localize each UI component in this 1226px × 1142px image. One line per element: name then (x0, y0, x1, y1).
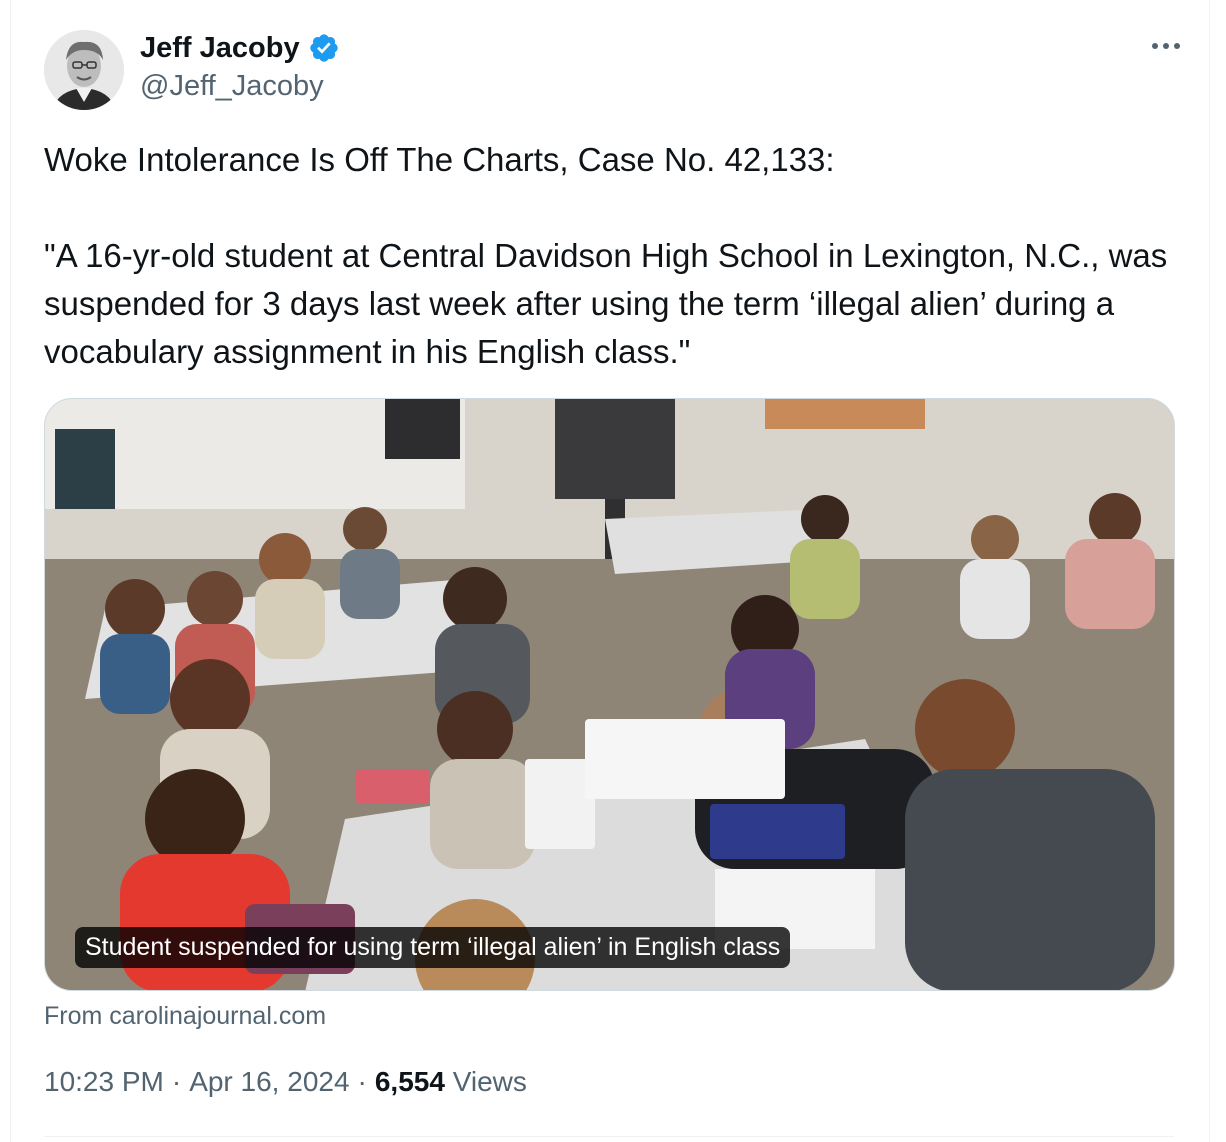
meta-separator: · (171, 1066, 182, 1097)
more-options-icon[interactable] (1146, 32, 1186, 60)
views-label: Views (452, 1066, 527, 1097)
dot (1174, 43, 1180, 49)
tweet-metadata: 10:23 PM · Apr 16, 2024 · 6,554 Views (44, 1066, 527, 1098)
profile-photo-icon (44, 30, 124, 110)
timeline-left-border (10, 0, 11, 1142)
tweet-time[interactable]: 10:23 PM (44, 1066, 164, 1098)
tweet-date[interactable]: Apr 16, 2024 (189, 1066, 349, 1098)
display-name-row: Jeff Jacoby (140, 30, 340, 66)
tweet-divider (44, 1136, 1174, 1137)
link-card[interactable]: Student suspended for using term ‘illega… (44, 398, 1175, 991)
author-handle[interactable]: @Jeff_Jacoby (140, 70, 340, 103)
author-avatar[interactable] (44, 30, 124, 110)
dot (1163, 43, 1169, 49)
timeline-right-border (1209, 0, 1210, 1142)
classroom-photo (45, 399, 1174, 990)
link-source[interactable]: From carolinajournal.com (44, 1002, 326, 1031)
views-count[interactable]: 6,554 (375, 1066, 445, 1098)
meta-separator: · (357, 1066, 367, 1097)
verified-badge-icon[interactable] (308, 32, 340, 64)
link-card-caption: Student suspended for using term ‘illega… (75, 927, 791, 968)
author-display-name[interactable]: Jeff Jacoby (140, 32, 300, 65)
tweet-header: Jeff Jacoby @Jeff_Jacoby (44, 28, 1186, 110)
author-names: Jeff Jacoby @Jeff_Jacoby (140, 30, 340, 103)
dot (1152, 43, 1158, 49)
tweet-text: Woke Intolerance Is Off The Charts, Case… (44, 141, 1168, 370)
